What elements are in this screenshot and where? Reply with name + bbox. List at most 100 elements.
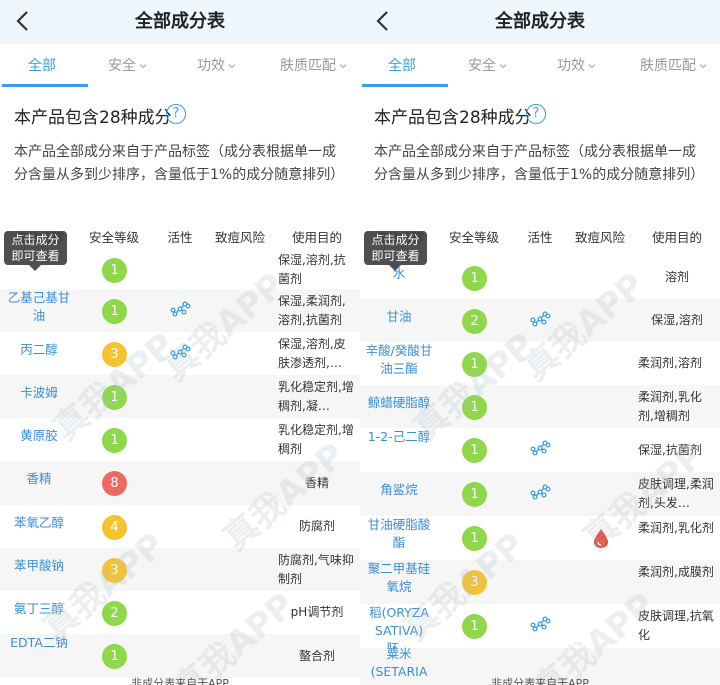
safety-level-badge: 4 <box>102 514 127 540</box>
tooltip-line: 点击成分 <box>11 233 60 247</box>
usage-purpose: 乳化稳定剂,增稠剂 <box>278 422 354 456</box>
ingredient-description: 本产品全部成分来自于产品标签（成分表根据单一成分含量从多到少排序，含量低于1%的… <box>14 144 345 183</box>
right-screen: 全部成分表全部 安全 功效 肤质匹配本产品包含28种成分? 本产品全部成分来自于产品标签… <box>360 0 720 685</box>
ingredient-name[interactable]: 丙二醇 <box>4 341 74 359</box>
help-icon[interactable]: ? <box>166 104 186 124</box>
safety-level-badge: 1 <box>462 614 487 639</box>
top-nav-bar: 全部成分表 <box>0 0 360 44</box>
ingredient-name[interactable]: 甘油 <box>364 308 434 326</box>
ingredient-row[interactable]: 苯氧乙醇 4 防腐剂 <box>0 505 360 548</box>
left-screen: 全部成分表全部 安全 功效 肤质匹配本产品包含28种成分? 本产品全部成分来自于产品标签… <box>0 0 360 685</box>
usage-purpose: 保湿,柔润剂,溶剂,抗菌剂 <box>278 293 346 327</box>
usage-purpose: 柔润剂,成膜剂 <box>638 565 714 579</box>
safety-level-badge: 3 <box>462 570 487 595</box>
ingredient-name[interactable]: 聚二甲基硅氧烷 <box>364 560 434 596</box>
column-header: 使用目的 <box>651 230 702 245</box>
ingredient-name[interactable]: 鲸蜡硬脂醇 <box>364 394 434 412</box>
ingredient-description: 本产品全部成分来自于产品标签（成分表根据单一成分含量从多到少排序，含量低于1%的… <box>374 144 705 183</box>
usage-purpose: 柔润剂,乳化剂,增稠剂 <box>638 389 702 423</box>
safety-level-badge: 2 <box>462 308 487 334</box>
tab-safety[interactable]: 安全 <box>448 44 528 88</box>
usage-purpose: 螯合剂 <box>298 648 335 663</box>
usage-purpose: 乳化稳定剂,增稠剂,凝… <box>278 379 354 413</box>
safety-level-badge: 1 <box>102 298 127 324</box>
ingredient-name[interactable]: 辛酸/癸酸甘油三酯 <box>364 342 434 378</box>
tab-skin-match[interactable]: 肤质匹配 <box>628 44 720 88</box>
ingredient-row[interactable]: 氨丁三醇 2 pH调节剂 <box>0 591 360 634</box>
ingredient-count: 本产品包含28种成分 <box>14 108 172 128</box>
ingredient-row[interactable]: 苯甲酸钠 3 防腐剂,气味抑制剂 <box>0 548 360 591</box>
column-header: 安全等级 <box>448 230 499 245</box>
tab-efficacy[interactable]: 功效 <box>532 44 622 88</box>
ingredient-row[interactable]: 甘油 2 保湿,溶剂 <box>360 299 720 342</box>
ingredient-name[interactable]: 1-2-己二醇 <box>364 428 434 446</box>
tab-label: 全部 <box>28 58 56 74</box>
chevron-down-icon <box>228 64 236 69</box>
bottom-hint: 非成分表来自于APP <box>491 677 589 685</box>
tab-safety[interactable]: 安全 <box>88 44 168 88</box>
ingredient-name[interactable]: 氨丁三醇 <box>4 600 74 618</box>
tab-all[interactable]: 全部 <box>0 44 84 88</box>
ingredient-name[interactable]: 苯氧乙醇 <box>4 514 74 532</box>
ingredient-row[interactable]: 乙基己基甘油 1 保湿,柔润剂,溶剂,抗菌剂 <box>0 289 360 332</box>
molecule-icon <box>530 484 551 500</box>
usage-purpose: 保湿,抗菌剂 <box>638 442 702 457</box>
safety-level-badge: 1 <box>102 384 127 410</box>
ingredient-row[interactable]: 1-2-己二醇 1 保湿,抗菌剂 <box>360 428 720 472</box>
safety-level-badge: 1 <box>102 257 127 283</box>
tooltip-line: 即可查看 <box>11 249 60 263</box>
ingredient-row[interactable]: 鲸蜡硬脂醇 1 柔润剂,乳化剂,增稠剂 <box>360 385 720 428</box>
ingredient-name[interactable]: 卡波姆 <box>4 384 74 402</box>
ingredient-row[interactable]: 聚二甲基硅氧烷 3 柔润剂,成膜剂 <box>360 560 720 604</box>
safety-level-badge: 3 <box>102 341 127 367</box>
safety-level-badge: 1 <box>462 394 487 420</box>
ingredient-row[interactable]: 角鲨烷 1 皮肤调理,柔润剂,头发… <box>360 472 720 516</box>
tooltip-click-hint: 点击成分 即可查看 <box>4 231 67 271</box>
ingredient-name[interactable]: 角鲨烷 <box>364 481 434 499</box>
ingredient-row[interactable]: 黄原胶 1 乳化稳定剂,增稠剂 <box>0 418 360 461</box>
ingredient-row[interactable]: 香精 8 香精 <box>0 461 360 505</box>
tab-label: 功效 <box>197 58 225 74</box>
acne-drop-icon <box>594 529 608 548</box>
ingredient-row[interactable]: 甘油硬脂酸酯 1 柔润剂,乳化剂 <box>360 516 720 560</box>
safety-level-badge: 2 <box>102 600 127 626</box>
top-nav-bar: 全部成分表 <box>360 0 720 44</box>
tab-label: 功效 <box>557 58 585 74</box>
ingredient-name[interactable]: 乙基己基甘油 <box>4 289 74 325</box>
tab-efficacy[interactable]: 功效 <box>172 44 262 88</box>
safety-level-badge: 1 <box>102 644 127 669</box>
tab-all[interactable]: 全部 <box>360 44 444 88</box>
usage-purpose: 保湿,溶剂,皮肤渗透剂,… <box>278 336 346 370</box>
help-icon[interactable]: ? <box>526 104 546 124</box>
usage-purpose: 溶剂 <box>664 270 689 284</box>
tooltip-click-hint: 点击成分 即可查看 <box>364 231 427 271</box>
usage-purpose: 柔润剂,溶剂 <box>638 356 702 370</box>
ingredient-name[interactable]: 黄原胶 <box>4 427 74 445</box>
ingredient-name[interactable]: EDTA二钠 <box>4 634 74 652</box>
safety-level-badge: 1 <box>462 351 487 377</box>
page-title: 全部成分表 <box>135 11 225 32</box>
filter-tabs: 全部 安全 功效 肤质匹配 <box>0 44 360 88</box>
ingredient-row[interactable]: EDTA二钠 1 螯合剂 <box>0 634 360 678</box>
tab-label: 全部 <box>388 58 416 74</box>
ingredient-row[interactable]: 卡波姆 1 乳化稳定剂,增稠剂,凝… <box>0 375 360 418</box>
ingredient-name[interactable]: 香精 <box>4 470 74 488</box>
chevron-down-icon <box>139 64 147 69</box>
usage-purpose: 保湿,溶剂,抗菌剂 <box>278 252 346 286</box>
usage-purpose: 防腐剂,气味抑制剂 <box>278 552 354 586</box>
ingredient-name[interactable]: 甘油硬脂酸酯 <box>364 516 434 552</box>
usage-purpose: 香精 <box>304 475 329 490</box>
chevron-down-icon <box>339 64 347 69</box>
ingredient-row[interactable]: 丙二醇 3 保湿,溶剂,皮肤渗透剂,… <box>0 332 360 375</box>
safety-level-badge: 1 <box>462 265 487 291</box>
usage-purpose: 皮肤调理,柔润剂,头发… <box>638 477 714 510</box>
tab-skin-match[interactable]: 肤质匹配 <box>268 44 360 88</box>
safety-level-badge: 3 <box>102 557 127 583</box>
active-tab-indicator <box>2 84 88 87</box>
usage-purpose: 保湿,溶剂 <box>651 313 703 327</box>
ingredient-row[interactable]: 稻(ORYZA SATIVA)胚…1皮肤调理,抗氧化 <box>360 604 720 656</box>
usage-purpose: pH调节剂 <box>290 605 344 619</box>
ingredient-count: 本产品包含28种成分 <box>374 108 532 128</box>
ingredient-name[interactable]: 苯甲酸钠 <box>4 557 74 575</box>
ingredient-row[interactable]: 辛酸/癸酸甘油三酯 1 柔润剂,溶剂 <box>360 342 720 385</box>
